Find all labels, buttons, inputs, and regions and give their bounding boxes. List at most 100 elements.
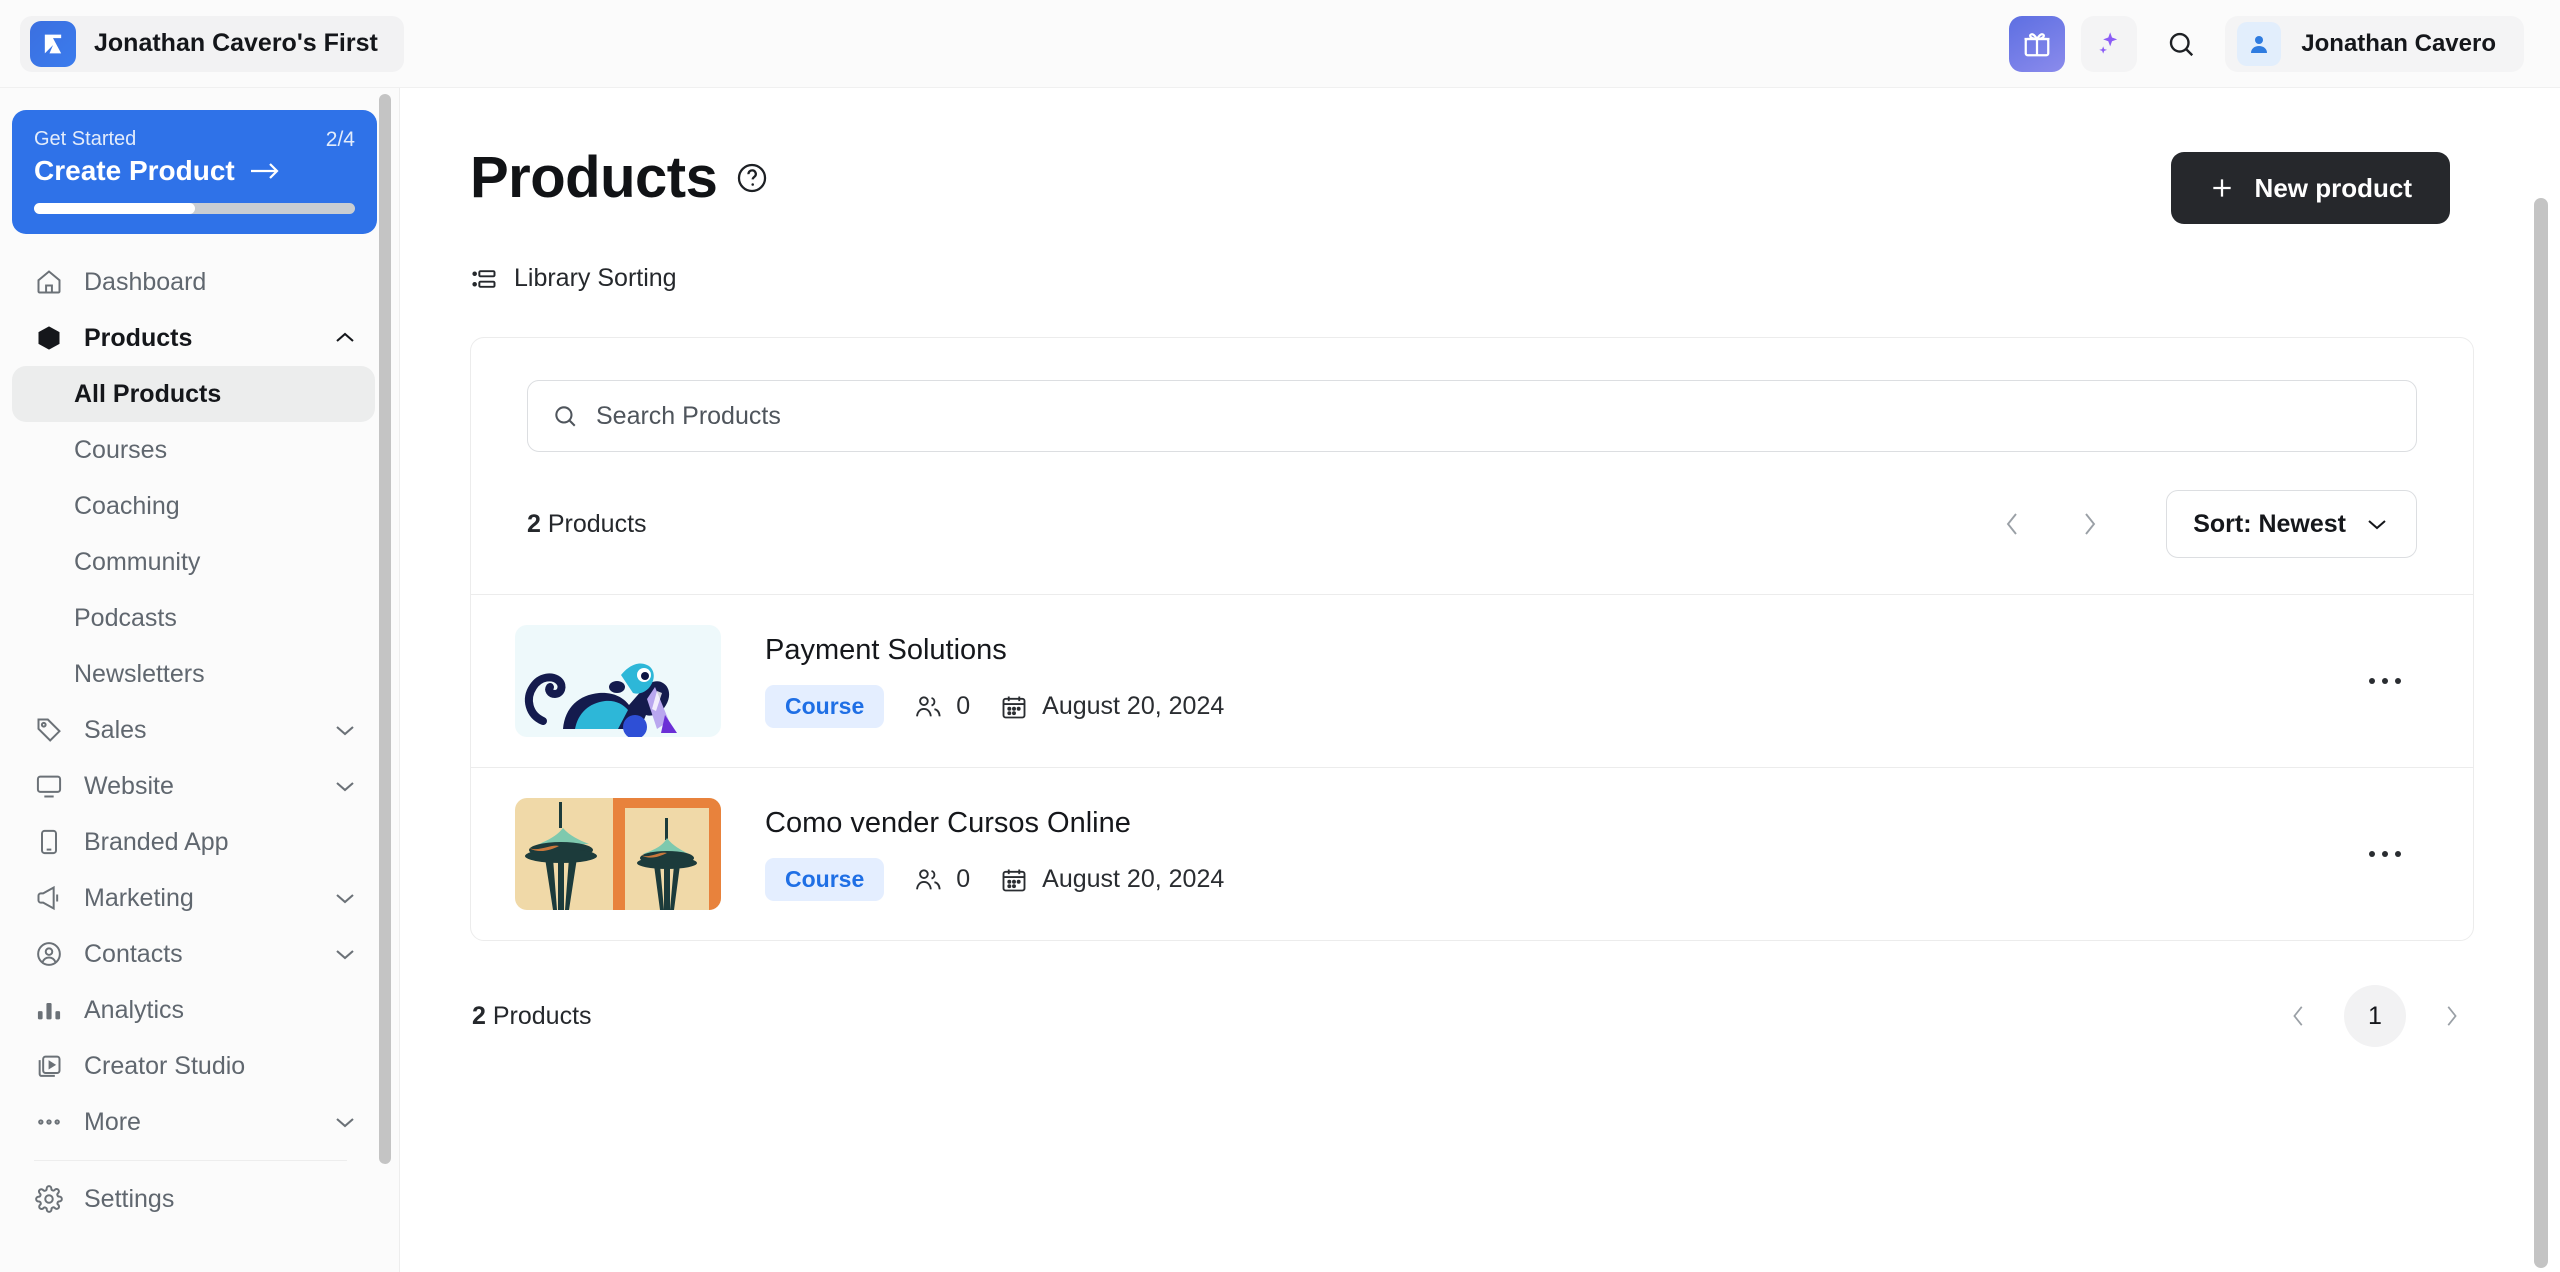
chevron-down-icon [333,722,357,738]
help-circle-icon[interactable] [735,161,769,195]
page-header: Products New product [400,88,2560,224]
table-row[interactable]: Como vender Cursos Online Course 0 Augus… [471,767,2473,940]
sidebar-item-newsletters[interactable]: Newsletters [12,646,375,702]
product-count-number: 2 [527,509,541,538]
product-meta: Course 0 August 20, 2024 [765,858,2353,901]
sidebar-item-label: More [84,1107,141,1136]
pagination-next-button[interactable] [2428,993,2474,1039]
arrow-right-icon [249,160,281,182]
footer-product-count: 2 Products [472,1002,592,1031]
product-meta: Course 0 August 20, 2024 [765,685,2353,728]
search-icon [552,403,578,429]
top-bar: Jonathan Cavero's First Jonathan Cavero [0,0,2560,88]
new-product-button[interactable]: New product [2170,152,2450,224]
sidebar-item-more[interactable]: More [12,1094,375,1150]
get-started-progress-fill [34,203,195,214]
sidebar-scrollbar[interactable] [379,94,391,1164]
sidebar-item-creator-studio[interactable]: Creator Studio [12,1038,375,1094]
product-date: August 20, 2024 [1000,865,1224,894]
footer-count-label: Products [492,1001,592,1030]
next-page-button[interactable] [2066,501,2112,547]
products-toolbar: 2 Products Sort: Newest [471,452,2473,594]
sidebar-item-website[interactable]: Website [12,758,375,814]
search-input[interactable] [596,401,2392,431]
top-bar-actions: Jonathan Cavero [2009,15,2524,72]
product-title: Como vender Cursos Online [765,807,1131,839]
chevron-down-icon [333,946,357,962]
library-sorting-label: Library Sorting [514,264,677,292]
sidebar-item-marketing[interactable]: Marketing [12,870,375,926]
get-started-card[interactable]: Get Started 2/4 Create Product [12,110,377,234]
sidebar-item-analytics[interactable]: Analytics [12,982,375,1038]
video-icon [34,1051,64,1081]
pagination-prev-button[interactable] [2276,993,2322,1039]
sidebar-item-podcasts[interactable]: Podcasts [12,590,375,646]
sidebar-item-dashboard[interactable]: Dashboard [12,254,375,310]
sidebar-item-coaching[interactable]: Coaching [12,478,375,534]
product-thumbnail [515,625,721,737]
sidebar-item-label: Settings [84,1184,175,1213]
sidebar-item-all-products[interactable]: All Products [12,366,375,422]
library-sorting-button[interactable]: Library Sorting [470,264,677,293]
sidebar-subitem-label: Courses [74,435,168,464]
sidebar-item-label: Creator Studio [84,1051,246,1080]
row-menu-button[interactable] [2353,827,2417,881]
search-products-box[interactable] [527,380,2417,452]
sparkles-icon[interactable] [2081,15,2138,72]
brand-chip[interactable]: Jonathan Cavero's First [20,15,404,72]
row-menu-button[interactable] [2353,654,2417,708]
product-title: Payment Solutions [765,634,1007,666]
sidebar-subitem-label: Community [74,547,201,576]
prev-page-button[interactable] [1990,501,2036,547]
sidebar-item-label: Sales [84,715,147,744]
calendar-icon [1000,866,1028,894]
product-count-label: Products [547,509,647,538]
main-scrollbar[interactable] [2534,198,2548,1268]
table-row[interactable]: Payment Solutions Course 0 August 20, 20… [471,594,2473,767]
sort-label: Sort: Newest [2193,509,2346,538]
sidebar-nav: Dashboard Products All Products Courses … [0,254,399,1227]
status-badge: Course [765,858,885,901]
bar-chart-icon [34,995,64,1025]
main-content: Products New product Library Sorting Sea… [400,88,2560,1272]
get-started-count: 2/4 [325,128,355,151]
get-started-progress [34,203,355,214]
tag-icon [34,715,64,745]
pagination-page-1[interactable]: 1 [2344,985,2406,1047]
product-thumbnail [515,798,721,910]
new-product-label: New product [2254,172,2412,203]
sidebar-subitem-label: Coaching [74,491,180,520]
sidebar-item-community[interactable]: Community [12,534,375,590]
kajabi-logo-icon [30,20,76,67]
home-icon [34,267,64,297]
chevron-down-icon [2364,516,2390,532]
gift-icon[interactable] [2009,15,2066,72]
brand-name: Jonathan Cavero's First [94,29,378,57]
search-icon[interactable] [2153,16,2209,72]
chevron-up-icon [333,330,357,346]
product-members-count: 0 [956,692,971,720]
sidebar: Get Started 2/4 Create Product Dashboard [0,88,400,1272]
product-members-count: 0 [956,865,971,893]
product-date: August 20, 2024 [1000,692,1224,721]
products-footer: 2 Products 1 [400,941,2560,1047]
sidebar-item-products[interactable]: Products [12,310,375,366]
sidebar-item-label: Contacts [84,939,183,968]
sidebar-subitem-label: Podcasts [74,603,177,632]
avatar [2237,21,2282,66]
user-menu[interactable]: Jonathan Cavero [2225,15,2524,72]
chevron-down-icon [333,1114,357,1130]
sidebar-item-settings[interactable]: Settings [12,1171,375,1227]
sidebar-subitem-label: Newsletters [74,659,205,688]
product-count: 2 Products [527,510,647,539]
page-title: Products [470,145,718,210]
plus-icon [2209,175,2235,201]
sidebar-item-contacts[interactable]: Contacts [12,926,375,982]
sidebar-item-sales[interactable]: Sales [12,702,375,758]
sidebar-item-courses[interactable]: Courses [12,422,375,478]
calendar-icon [1000,693,1028,721]
sidebar-item-branded-app[interactable]: Branded App [12,814,375,870]
product-date-text: August 20, 2024 [1042,865,1225,893]
sort-dropdown[interactable]: Sort: Newest [2166,490,2417,558]
gear-icon [34,1184,64,1214]
